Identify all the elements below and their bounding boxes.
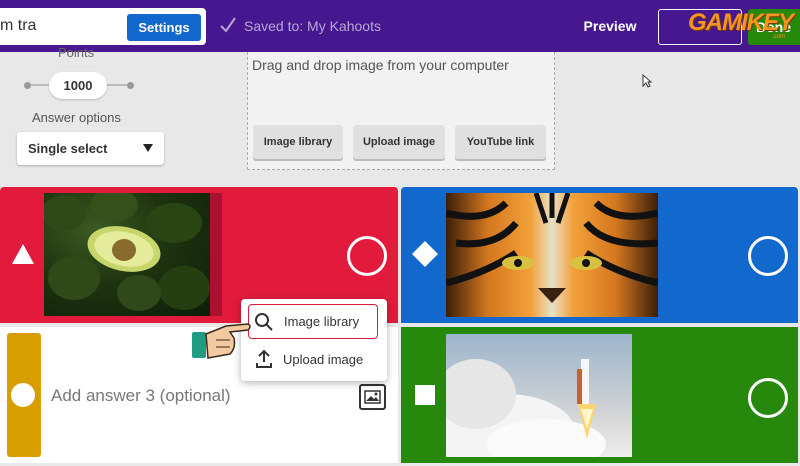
kahoot-title-text: m tra bbox=[0, 17, 37, 34]
space-shuttle-image[interactable] bbox=[446, 334, 632, 457]
popup-image-library-label: Image library bbox=[284, 314, 360, 329]
slider-min-dot[interactable] bbox=[24, 82, 31, 89]
diamond-icon bbox=[412, 241, 438, 267]
circle-icon bbox=[11, 383, 35, 407]
answer-4-correct-toggle[interactable] bbox=[748, 378, 788, 418]
dropzone-text: Drag and drop image from your computer bbox=[252, 57, 509, 73]
avocado-image[interactable] bbox=[44, 193, 210, 316]
tiger-image[interactable] bbox=[446, 193, 658, 317]
youtube-link-button[interactable]: YouTube link bbox=[455, 125, 546, 159]
kahoot-title-input[interactable]: m tra Settings bbox=[0, 8, 206, 45]
image-library-button[interactable]: Image library bbox=[253, 125, 343, 159]
mouse-cursor-icon bbox=[642, 74, 652, 88]
hand-pointer-icon bbox=[192, 323, 251, 359]
preview-button[interactable]: Preview bbox=[578, 12, 642, 40]
triangle-icon bbox=[12, 244, 34, 264]
saved-status: Saved to: My Kahoots bbox=[244, 18, 381, 34]
gamikey-logo: GAMIKEY bbox=[688, 9, 794, 36]
answer-options-label: Answer options bbox=[32, 110, 121, 125]
answer-2-correct-toggle[interactable] bbox=[748, 236, 788, 276]
answer-1-correct-toggle[interactable] bbox=[347, 236, 387, 276]
search-icon bbox=[255, 313, 273, 331]
check-icon bbox=[220, 17, 236, 33]
upload-image-button[interactable]: Upload image bbox=[353, 125, 445, 159]
avocado-image-shadow bbox=[210, 193, 222, 316]
answer-type-value: Single select bbox=[28, 141, 108, 156]
points-value[interactable]: 1000 bbox=[49, 72, 107, 99]
popup-upload-image-label: Upload image bbox=[283, 352, 364, 367]
settings-button[interactable]: Settings bbox=[127, 14, 201, 41]
gamikey-logo-sub: .com bbox=[772, 34, 786, 40]
upload-icon bbox=[256, 349, 272, 368]
answer-3-input[interactable]: Add answer 3 (optional) bbox=[51, 386, 231, 406]
slider-max-dot[interactable] bbox=[127, 82, 134, 89]
square-icon bbox=[415, 385, 435, 405]
points-label: Points bbox=[58, 45, 95, 60]
answer-type-select[interactable]: Single select bbox=[17, 132, 164, 165]
add-image-icon[interactable] bbox=[359, 384, 386, 410]
dropdown-arrow-icon bbox=[143, 144, 153, 152]
